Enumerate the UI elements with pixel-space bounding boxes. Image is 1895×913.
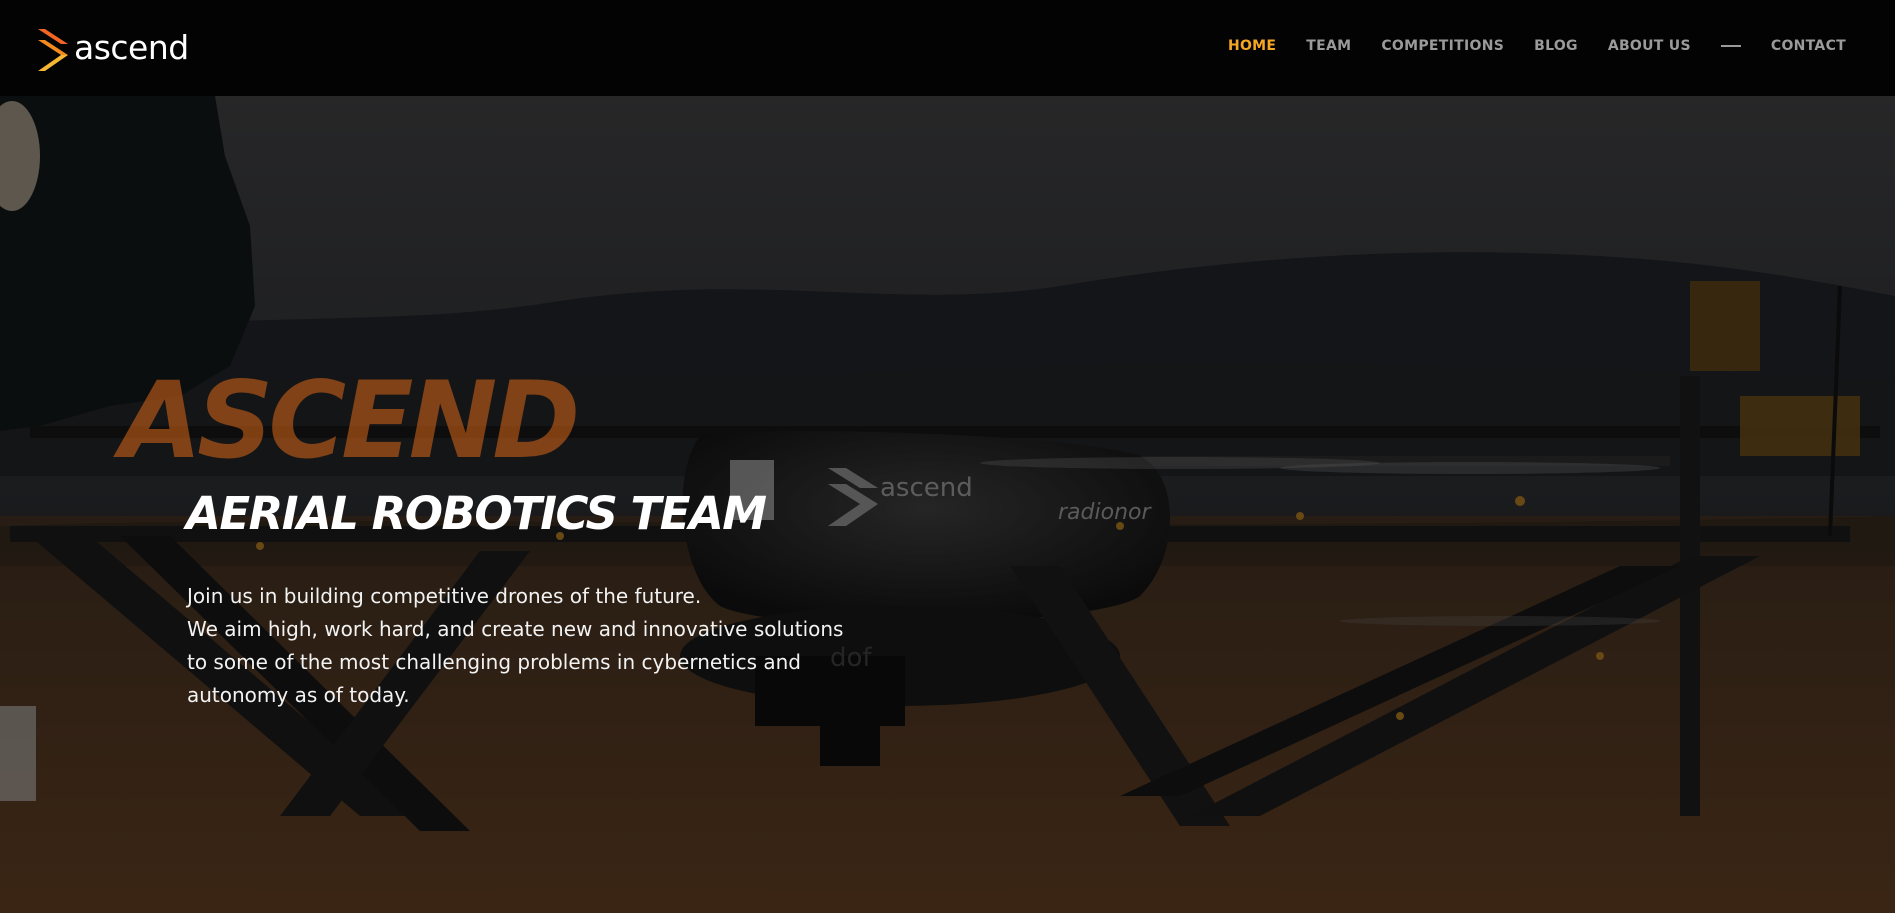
main-menu: HOME TEAM COMPETITIONS BLOG ABOUT US CON… [1198,38,1846,54]
ascend-logo-icon [38,29,68,71]
hero-description-line: Join us in building competitive drones o… [187,584,702,608]
hero-description-line: autonomy as of today. [187,683,410,707]
nav-item-home[interactable]: HOME [1228,38,1276,54]
nav-item-about-us[interactable]: ABOUT US [1608,38,1691,54]
nav-item-competitions[interactable]: COMPETITIONS [1381,38,1504,54]
hero-section: ascend radionor dof ASCEND AERIAL ROBOTI… [0,96,1895,913]
nav-item-team[interactable]: TEAM [1306,38,1351,54]
dash-separator-icon [1720,45,1741,47]
nav-item-contact[interactable]: CONTACT [1771,38,1846,54]
page: ascend HOME TEAM COMPETITIONS BLOG ABOUT… [0,0,1895,913]
hero-description-line: We aim high, work hard, and create new a… [187,617,844,641]
hero-big-word: ASCEND [120,359,580,482]
hero-title: AERIAL ROBOTICS TEAM [186,487,767,540]
top-navigation-bar: ascend HOME TEAM COMPETITIONS BLOG ABOUT… [0,0,1895,96]
logo-wordmark: ascend [74,27,189,67]
nav-item-blog[interactable]: BLOG [1534,38,1578,54]
hero-description: Join us in building competitive drones o… [187,580,947,712]
hero-description-line: to some of the most challenging problems… [187,650,801,674]
logo-link[interactable]: ascend [36,26,189,74]
